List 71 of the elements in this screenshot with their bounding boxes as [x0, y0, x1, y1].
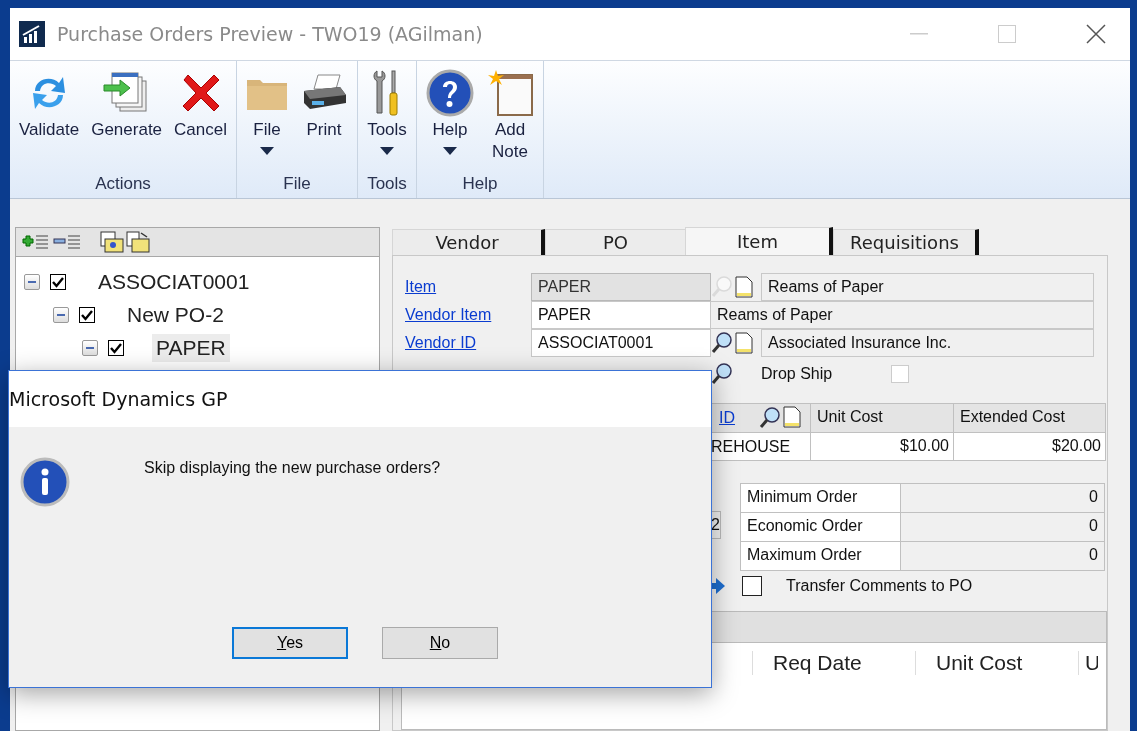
- description-field: Reams of Paper: [761, 273, 1094, 301]
- transfer-comments-checkbox[interactable]: [742, 576, 762, 596]
- group-label: File: [283, 174, 311, 194]
- note-icon: [486, 69, 534, 117]
- tree-checkbox[interactable]: [79, 306, 95, 323]
- collapse-toggle[interactable]: [53, 306, 69, 323]
- column-header: Req Date: [752, 651, 915, 675]
- ribbon-button[interactable]: Generate: [86, 67, 168, 174]
- field-link[interactable]: Vendor ID: [405, 329, 531, 357]
- quantity-field: 0: [900, 484, 1104, 512]
- ribbon-button[interactable]: Cancel: [169, 67, 232, 174]
- tree-item[interactable]: ASSOCIAT0001: [94, 267, 254, 296]
- caret-icon: [260, 147, 274, 155]
- ribbon-button[interactable]: Tools: [362, 67, 412, 174]
- dialog-message: Skip displaying the new purchase orders?: [144, 459, 441, 477]
- quantity-field: 0: [900, 513, 1104, 541]
- field-link[interactable]: Vendor Item: [405, 301, 531, 329]
- table-cell: $10.00: [810, 432, 953, 460]
- value-field[interactable]: ASSOCIAT0001: [531, 329, 711, 357]
- quantity-label: Maximum Order: [741, 542, 900, 570]
- tree-item[interactable]: New PO-2: [123, 300, 228, 329]
- tree-checkbox[interactable]: [50, 273, 66, 290]
- tree-item[interactable]: PAPER: [152, 333, 230, 362]
- column-header: U: [1078, 651, 1098, 675]
- quantity-label: Minimum Order: [741, 484, 900, 512]
- table-cell: $20.00: [953, 432, 1105, 460]
- transfer-comments-label: Transfer Comments to PO: [786, 577, 973, 595]
- folder-gear-icon[interactable]: [100, 231, 124, 253]
- help-icon: [426, 69, 474, 117]
- drop-ship-checkbox[interactable]: [891, 365, 909, 383]
- group-label: Actions: [95, 174, 151, 194]
- column-header: Unit Cost: [915, 651, 1078, 675]
- quantity-field: 0: [900, 542, 1104, 570]
- info-icon: [20, 457, 70, 507]
- ribbon-button[interactable]: Validate: [14, 67, 85, 174]
- ribbon-button[interactable]: Help: [421, 67, 479, 174]
- dialog-button[interactable]: No: [382, 627, 498, 659]
- magnifier-icon[interactable]: [711, 331, 733, 355]
- drop-ship-label: Drop Ship: [761, 365, 834, 383]
- dialog-title: Microsoft Dynamics GP: [9, 388, 228, 410]
- collapse-all-icon[interactable]: [52, 232, 82, 252]
- ribbon-button[interactable]: Print: [295, 67, 353, 174]
- tab[interactable]: PO: [545, 229, 685, 255]
- collapse-toggle[interactable]: [24, 273, 40, 290]
- magnifier-icon[interactable]: [711, 362, 733, 386]
- value-field[interactable]: PAPER: [531, 301, 711, 329]
- dialog-button[interactable]: Yes: [232, 627, 348, 659]
- quantity-label: Economic Order: [741, 513, 900, 541]
- description-text: Reams of Paper: [711, 301, 1094, 329]
- folder-copy-icon[interactable]: [126, 231, 150, 253]
- window-title: Purchase Orders Preview - TWO19 (AGilman): [57, 23, 483, 45]
- collapse-toggle[interactable]: [82, 339, 98, 356]
- value-field[interactable]: PAPER: [531, 273, 711, 301]
- tab[interactable]: Item: [685, 227, 833, 255]
- ribbon-button[interactable]: Add Note: [481, 67, 539, 174]
- close-icon[interactable]: [1086, 24, 1106, 44]
- chart-logo-icon: [19, 21, 45, 47]
- magnifier-icon[interactable]: [759, 406, 781, 430]
- field-link[interactable]: Item: [405, 273, 531, 301]
- tab[interactable]: Requisitions: [833, 229, 979, 255]
- caret-icon: [443, 147, 457, 155]
- group-label: Help: [462, 174, 498, 194]
- expand-all-icon[interactable]: [20, 232, 50, 252]
- tab[interactable]: Vendor: [392, 229, 545, 255]
- ribbon-button[interactable]: File: [241, 67, 293, 174]
- caret-icon: [380, 147, 394, 155]
- note-icon[interactable]: [735, 276, 753, 298]
- group-label: Tools: [367, 174, 407, 194]
- description-field: Associated Insurance Inc.: [761, 329, 1094, 357]
- site-id-link[interactable]: ID: [719, 409, 759, 427]
- tree-checkbox[interactable]: [108, 339, 124, 356]
